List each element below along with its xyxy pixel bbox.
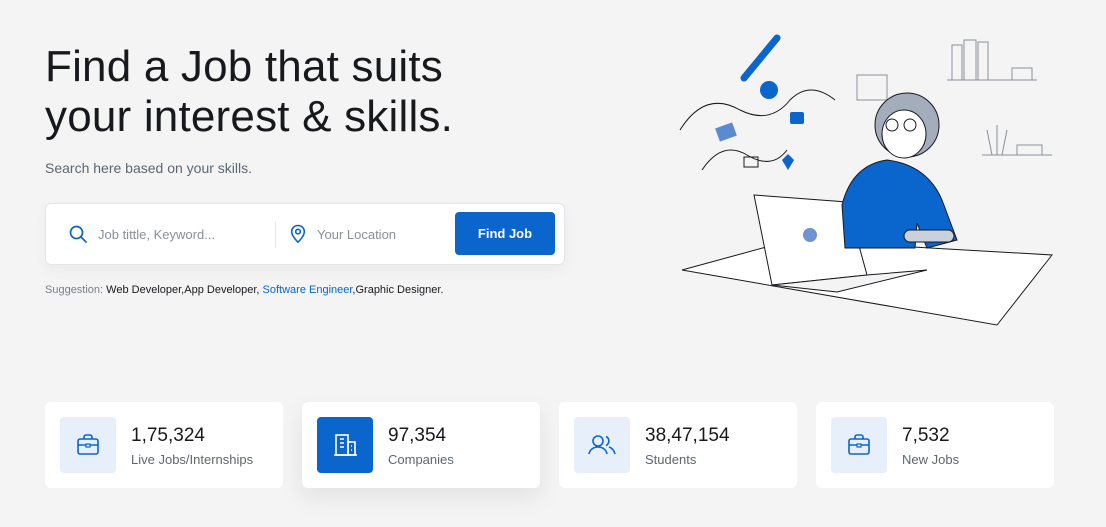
stat-card-live-jobs[interactable]: 1,75,324 Live Jobs/Internships <box>45 402 283 488</box>
search-divider <box>275 222 276 248</box>
search-icon <box>69 225 87 243</box>
page-title: Find a Job that suits your interest & sk… <box>45 42 605 142</box>
hero-illustration <box>679 34 1053 326</box>
briefcase-icon <box>60 417 116 473</box>
stat-value: 97,354 <box>388 424 447 446</box>
keyword-field <box>68 204 298 264</box>
stat-card-new-jobs[interactable]: 7,532 New Jobs <box>816 402 1054 488</box>
users-icon <box>574 417 630 473</box>
stat-label: Live Jobs/Internships <box>131 451 254 467</box>
ideas-doodle <box>679 34 836 171</box>
stats-row: 1,75,324 Live Jobs/Internships 97,354 Co… <box>45 402 1054 488</box>
keyword-input[interactable] <box>98 226 278 242</box>
suggestion-app-developer[interactable]: App Developer, <box>184 284 259 296</box>
suggestion-graphic-designer[interactable]: ,Graphic Designer. <box>352 284 443 296</box>
map-pin-icon <box>290 224 306 244</box>
search-suggestions: Suggestion: Web Developer,App Developer,… <box>45 284 444 296</box>
stat-card-companies[interactable]: 97,354 Companies <box>302 402 540 488</box>
hero-section: Find a Job that suits your interest & sk… <box>0 0 1106 527</box>
location-field <box>289 204 493 264</box>
stat-value: 7,532 <box>902 424 950 446</box>
headline-line-2: your interest & skills. <box>45 92 454 141</box>
stat-label: Companies <box>388 451 454 467</box>
stat-value: 38,47,154 <box>645 424 730 446</box>
briefcase-icon <box>831 417 887 473</box>
suggestion-web-developer[interactable]: Web Developer, <box>106 284 184 296</box>
suggestion-software-engineer[interactable]: Software Engineer <box>263 284 353 296</box>
stat-value: 1,75,324 <box>131 424 205 446</box>
headline-line-1: Find a Job that suits <box>45 42 443 91</box>
hero-subtitle: Search here based on your skills. <box>45 160 252 176</box>
suggestion-label: Suggestion: <box>45 284 104 296</box>
stat-label: Students <box>645 451 697 467</box>
stat-card-students[interactable]: 38,47,154 Students <box>559 402 797 488</box>
job-search-bar: Find Job <box>45 203 565 265</box>
find-job-button[interactable]: Find Job <box>455 212 555 255</box>
stat-label: New Jobs <box>902 451 960 467</box>
building-icon <box>317 417 373 473</box>
